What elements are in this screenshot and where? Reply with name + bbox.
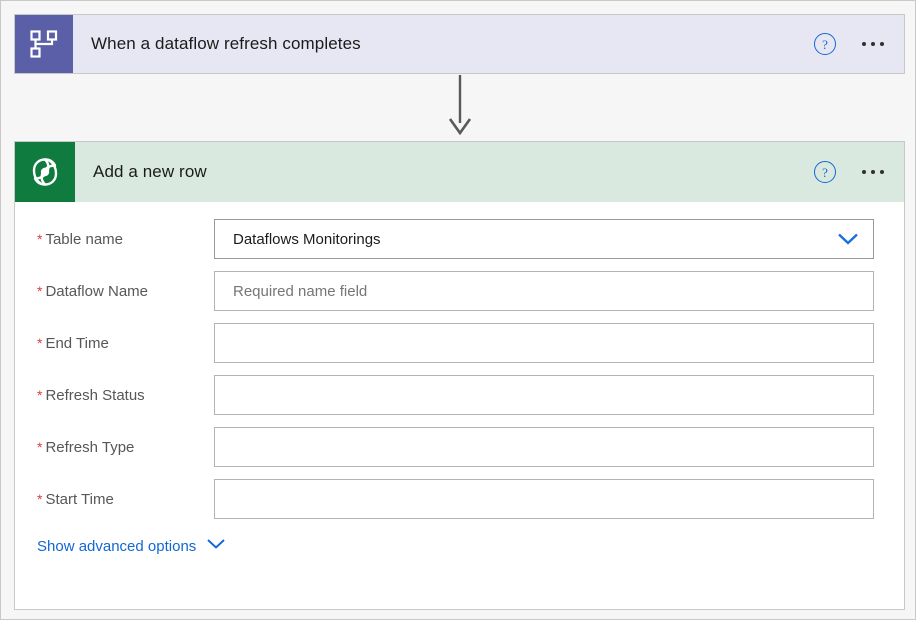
field-label-refresh-type: * Refresh Type bbox=[15, 439, 214, 456]
field-label-table-name: * Table name bbox=[15, 231, 214, 248]
required-marker: * bbox=[37, 490, 43, 507]
field-label-end-time: * End Time bbox=[15, 335, 214, 352]
start-time-input[interactable] bbox=[214, 479, 874, 519]
end-time-input[interactable] bbox=[214, 323, 874, 363]
show-advanced-options-button[interactable]: Show advanced options bbox=[15, 537, 226, 555]
required-marker: * bbox=[37, 386, 43, 403]
action-card-header[interactable]: Add a new row ? bbox=[15, 142, 904, 202]
form-row-refresh-status: * Refresh Status bbox=[15, 375, 904, 415]
field-label-text: Dataflow Name bbox=[45, 282, 148, 300]
connector-arrow bbox=[444, 75, 476, 136]
dataverse-icon bbox=[15, 142, 75, 202]
form-row-dataflow-name: * Dataflow Name Required name field bbox=[15, 271, 904, 311]
form-row-table-name: * Table name Dataflows Monitorings bbox=[15, 219, 904, 259]
field-label-text: Refresh Status bbox=[45, 386, 145, 404]
trigger-card[interactable]: When a dataflow refresh completes ? bbox=[14, 14, 905, 74]
field-label-text: Start Time bbox=[45, 490, 114, 508]
refresh-status-input[interactable] bbox=[214, 375, 874, 415]
chevron-down-icon[interactable] bbox=[837, 232, 859, 246]
field-label-text: Refresh Type bbox=[45, 438, 135, 456]
form-row-end-time: * End Time bbox=[15, 323, 904, 363]
form-row-refresh-type: * Refresh Type bbox=[15, 427, 904, 467]
dataflow-name-input[interactable]: Required name field bbox=[214, 271, 874, 311]
action-form: * Table name Dataflows Monitorings * Dat… bbox=[15, 202, 904, 555]
form-row-start-time: * Start Time bbox=[15, 479, 904, 519]
field-label-start-time: * Start Time bbox=[15, 491, 214, 508]
help-icon[interactable]: ? bbox=[814, 161, 836, 183]
required-marker: * bbox=[37, 438, 43, 455]
help-icon[interactable]: ? bbox=[814, 33, 836, 55]
chevron-down-icon[interactable] bbox=[206, 537, 226, 555]
table-name-value: Dataflows Monitorings bbox=[233, 230, 381, 248]
action-header-actions: ? bbox=[814, 142, 904, 202]
arrow-down-icon bbox=[448, 75, 472, 136]
required-marker: * bbox=[37, 282, 43, 299]
flow-designer-canvas: When a dataflow refresh completes ? Add … bbox=[0, 0, 916, 620]
more-options-icon[interactable] bbox=[862, 162, 884, 182]
trigger-title: When a dataflow refresh completes bbox=[91, 34, 361, 53]
field-label-text: Table name bbox=[45, 230, 124, 248]
required-marker: * bbox=[37, 230, 43, 247]
dataflow-name-placeholder: Required name field bbox=[233, 282, 368, 300]
table-name-dropdown[interactable]: Dataflows Monitorings bbox=[214, 219, 874, 259]
action-card[interactable]: Add a new row ? * Table name Dataflows M… bbox=[14, 141, 905, 610]
field-label-dataflow-name: * Dataflow Name bbox=[15, 283, 214, 300]
more-options-icon[interactable] bbox=[862, 34, 884, 54]
field-label-text: End Time bbox=[45, 334, 109, 352]
trigger-card-header[interactable]: When a dataflow refresh completes ? bbox=[15, 15, 904, 73]
dataflow-hierarchy-icon bbox=[15, 15, 73, 73]
required-marker: * bbox=[37, 334, 43, 351]
show-advanced-options-label: Show advanced options bbox=[37, 537, 197, 555]
action-title: Add a new row bbox=[93, 162, 207, 181]
trigger-header-actions: ? bbox=[814, 15, 904, 73]
refresh-type-input[interactable] bbox=[214, 427, 874, 467]
field-label-refresh-status: * Refresh Status bbox=[15, 387, 214, 404]
